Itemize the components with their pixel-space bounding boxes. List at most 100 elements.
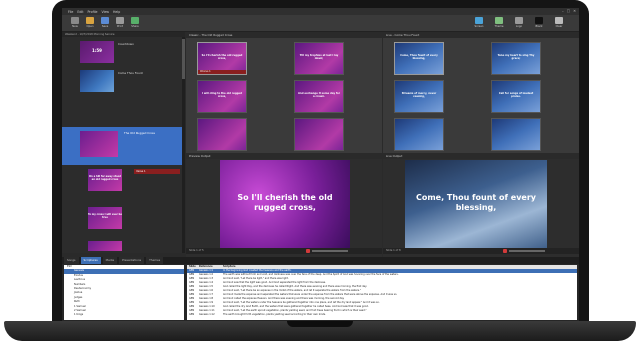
toolbar-button-label: Share bbox=[131, 25, 139, 28]
save-button[interactable]: Save bbox=[98, 17, 112, 31]
slide-tile[interactable]: So I'll cherish the old rugged cross, Cho… bbox=[197, 42, 247, 75]
toolbar-button-label: Print bbox=[117, 25, 123, 28]
slide-tile[interactable]: And exchange it some day for a crown. bbox=[294, 80, 344, 113]
logo-button[interactable]: Logo bbox=[512, 17, 526, 31]
playlist-item-label: The Old Rugged Cross bbox=[124, 131, 155, 135]
menu-bar: File Edit Profile View Help – □ ✕ bbox=[62, 8, 579, 15]
song-thumbnail bbox=[80, 70, 114, 92]
slide-thumbnail-text: To my cross I will ever be true bbox=[88, 213, 122, 219]
slide-tile[interactable]: Tune my heart to sing Thy grace; bbox=[491, 42, 541, 75]
menu-help[interactable]: Help bbox=[113, 10, 120, 14]
print-icon bbox=[116, 17, 124, 24]
live-slides-pane: Live - Come Thou Fount Come, Thou fount … bbox=[383, 32, 579, 153]
maximize-button[interactable]: □ bbox=[567, 9, 570, 13]
screen-button[interactable]: Screen bbox=[472, 17, 486, 31]
menu-edit[interactable]: Edit bbox=[77, 10, 83, 14]
playlist-scrollbar[interactable] bbox=[182, 37, 185, 253]
slide-group-label: Chorus 1 bbox=[198, 70, 246, 74]
toolbar-button-label: Black bbox=[535, 25, 543, 28]
slide-tile[interactable]: Till my trophies at last I lay down; bbox=[294, 42, 344, 75]
menu-profile[interactable]: Profile bbox=[88, 10, 98, 14]
tab-scriptures[interactable]: Scriptures bbox=[80, 257, 101, 264]
playlist-item-label: Come Thou Fount bbox=[118, 71, 143, 75]
slide-thumbnail: On a hill far away stood an old rugged c… bbox=[88, 169, 122, 191]
slide-tile[interactable]: I will cling to the old rugged cross, bbox=[197, 80, 247, 113]
close-button[interactable]: ✕ bbox=[573, 9, 576, 13]
live-controls: Slide 1 of 8 bbox=[383, 248, 579, 254]
new-button[interactable]: New bbox=[68, 17, 82, 31]
preview-output-pane: Preview Output So I'll cherish the old r… bbox=[186, 153, 382, 257]
toolbar-button-label: Logo bbox=[515, 25, 523, 28]
share-button[interactable]: Share bbox=[128, 17, 142, 31]
tree-item[interactable]: 1 Kings bbox=[64, 313, 184, 317]
classic-slides-pane: Classic - The Old Rugged Cross So I'll c… bbox=[186, 32, 382, 153]
toolbar-button-label: Clear bbox=[555, 25, 563, 28]
playlist-pane: 1:59 Countdown Come Thou Fount The Old R… bbox=[62, 37, 185, 253]
table-row[interactable]: GEN Genesis 1:12 The earth brought forth v… bbox=[187, 313, 577, 317]
live-output-pane: Live Output Come, Thou fount of every bl… bbox=[383, 153, 579, 257]
volume-slider[interactable] bbox=[509, 250, 545, 252]
open-icon bbox=[86, 17, 94, 24]
slide-item-verse-2[interactable]: To my cross I will ever be true bbox=[62, 205, 182, 235]
clear-button[interactable]: Clear bbox=[552, 17, 566, 31]
countdown-timer-text: 1:59 bbox=[92, 48, 102, 53]
slide-counter: Slide 1 of 8 bbox=[386, 249, 401, 252]
stop-icon[interactable] bbox=[503, 249, 507, 253]
slide-tile-text: Come, Thou fount of every blessing, bbox=[400, 54, 438, 60]
slide-tile-text: Streams of mercy, never ceasing, bbox=[401, 92, 437, 98]
logo-icon bbox=[515, 17, 523, 24]
slide-tile[interactable] bbox=[394, 118, 444, 151]
slide-tile[interactable]: Streams of mercy, never ceasing, bbox=[394, 80, 444, 113]
library-tabs: Songs Scriptures Media Presentations Themes bbox=[62, 257, 579, 264]
slide-tile[interactable]: Come, Thou fount of every blessing, bbox=[394, 42, 444, 75]
slide-tile-text: So I'll cherish the old rugged cross, bbox=[201, 54, 243, 60]
volume-slider[interactable] bbox=[312, 250, 348, 252]
tab-presentations[interactable]: Presentations bbox=[119, 257, 145, 264]
app-window: File Edit Profile View Help – □ ✕ New Ope… bbox=[62, 8, 579, 321]
library-panel: Songs Scriptures Media Presentations Themes … bbox=[62, 257, 579, 321]
stop-icon[interactable] bbox=[306, 249, 310, 253]
slide-tile[interactable] bbox=[197, 118, 247, 151]
open-button[interactable]: Open bbox=[83, 17, 97, 31]
slide-tile-text: I will cling to the old rugged cross, bbox=[202, 92, 242, 98]
tab-media[interactable]: Media bbox=[102, 257, 118, 264]
slide-tile-text: Call for songs of loudest praise. bbox=[498, 92, 534, 98]
window-controls: – □ ✕ bbox=[562, 9, 576, 13]
toolbar-button-label: Screen bbox=[474, 25, 484, 28]
menu-view[interactable]: View bbox=[101, 10, 109, 14]
preview-slide-text: So I'll cherish the old rugged cross, bbox=[237, 193, 333, 212]
slide-item-verse-1[interactable]: On a hill far away stood an old rugged c… bbox=[62, 167, 182, 197]
slide-group-label: Verse 1 bbox=[134, 169, 180, 174]
slide-tile[interactable] bbox=[294, 118, 344, 151]
slide-tile[interactable]: Call for songs of loudest praise. bbox=[491, 80, 541, 113]
screen-icon bbox=[475, 17, 483, 24]
toolbar-button-label: Theme bbox=[494, 25, 504, 28]
live-output-screen: Come, Thou fount of every blessing, bbox=[405, 160, 547, 248]
slide-tile-text: Tune my heart to sing Thy grace; bbox=[497, 54, 535, 60]
playlist-item-old-rugged-cross[interactable]: The Old Rugged Cross bbox=[62, 127, 182, 165]
slide-tile[interactable] bbox=[491, 118, 541, 151]
tab-themes[interactable]: Themes bbox=[146, 257, 164, 264]
preview-output-screen: So I'll cherish the old rugged cross, bbox=[220, 160, 350, 248]
laptop-notch bbox=[287, 321, 353, 327]
slide-tile-text: And exchange it some day for a crown. bbox=[297, 92, 340, 98]
table-cell: The earth brought forth vegetation, plan… bbox=[223, 313, 326, 316]
menu-file[interactable]: File bbox=[68, 10, 73, 14]
song-thumbnail bbox=[80, 131, 118, 157]
print-button[interactable]: Print bbox=[113, 17, 127, 31]
slide-item-verse-3[interactable] bbox=[62, 239, 182, 251]
share-icon bbox=[131, 17, 139, 24]
clear-icon bbox=[555, 17, 563, 24]
playlist-item-countdown[interactable]: 1:59 Countdown bbox=[62, 39, 182, 65]
theme-button[interactable]: Theme bbox=[492, 17, 506, 31]
pane-title: Live - Come Thou Fount bbox=[383, 32, 579, 38]
slide-counter: Slide 1 of 5 bbox=[189, 249, 204, 252]
black-button[interactable]: Black bbox=[532, 17, 546, 31]
playlist-item-label: Countdown bbox=[118, 42, 134, 46]
main-toolbar: New Open Save Print Share Screen Theme Logo Blac… bbox=[62, 15, 579, 32]
new-icon bbox=[71, 17, 79, 24]
scrollbar-thumb[interactable] bbox=[182, 39, 185, 79]
playlist-item-come-thou-fount[interactable]: Come Thou Fount bbox=[62, 67, 182, 95]
minimize-button[interactable]: – bbox=[562, 9, 564, 13]
tab-songs[interactable]: Songs bbox=[64, 257, 79, 264]
